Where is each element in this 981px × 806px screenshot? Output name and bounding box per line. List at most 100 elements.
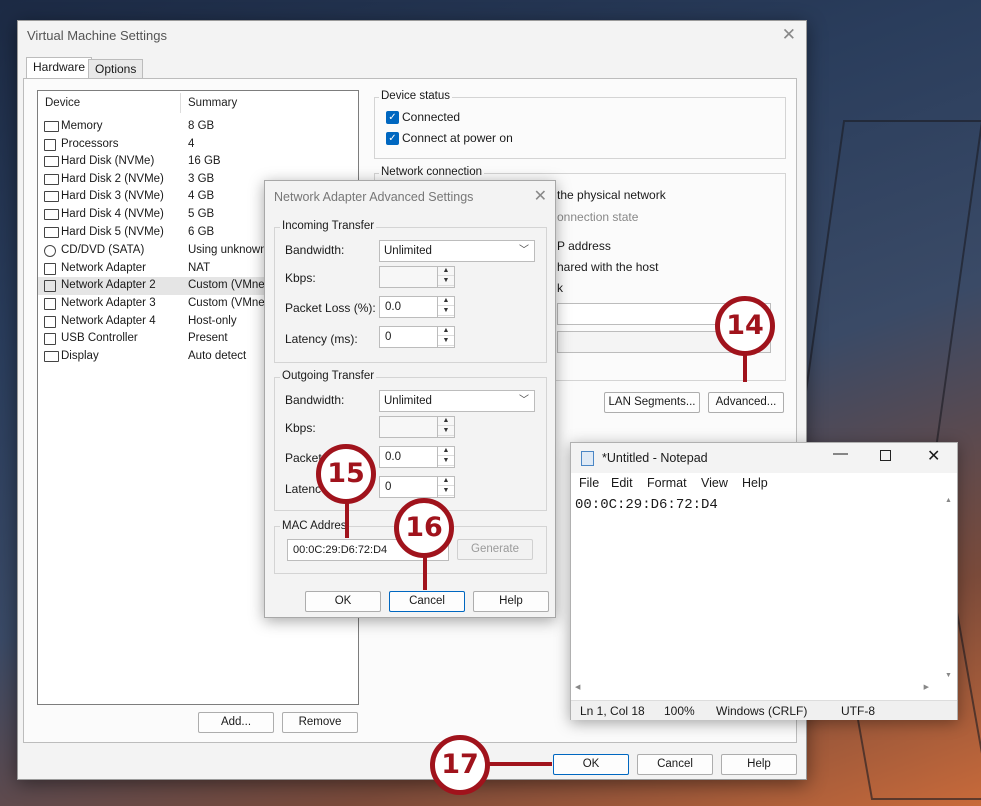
minimize-icon[interactable]: —: [833, 445, 848, 462]
kbps-stepper[interactable]: ▲ ▼: [437, 266, 454, 288]
incoming-bandwidth-select[interactable]: Unlimited ﹀: [379, 240, 535, 262]
device-summary: Auto detect: [188, 350, 247, 362]
remove-device-button[interactable]: Remove: [282, 712, 358, 733]
packet-loss-stepper[interactable]: ▲ ▼: [437, 296, 454, 318]
menu-format[interactable]: Format: [647, 476, 687, 490]
device-name: Memory: [61, 120, 103, 132]
cancel-button[interactable]: Cancel: [637, 754, 713, 775]
incoming-latency-field[interactable]: 0 ▲ ▼: [379, 326, 455, 348]
vertical-scrollbar[interactable]: ▲ ▼: [941, 495, 957, 681]
dialog-help-button[interactable]: Help: [473, 591, 549, 612]
network-icon: [44, 316, 56, 328]
device-name: Hard Disk 2 (NVMe): [61, 173, 164, 185]
device-summary: Host-only: [188, 315, 237, 327]
column-header-summary[interactable]: Summary: [188, 97, 237, 109]
advanced-button[interactable]: Advanced...: [708, 392, 784, 413]
outgoing-packet-loss-field[interactable]: 0.0 ▲ ▼: [379, 446, 455, 468]
connected-checkbox[interactable]: ✓: [386, 111, 399, 124]
device-row[interactable]: Processors 4: [38, 136, 358, 154]
replicate-state-label[interactable]: onnection state: [557, 210, 638, 224]
menu-help[interactable]: Help: [742, 476, 768, 490]
hard-disk-icon: [44, 191, 59, 202]
memory-icon: [44, 121, 59, 132]
device-name: Network Adapter: [61, 262, 147, 274]
callout-17: 17: [430, 735, 490, 795]
hard-disk-icon: [44, 209, 59, 220]
background-tower: [796, 120, 981, 450]
device-name: Hard Disk (NVMe): [61, 155, 155, 167]
tab-options[interactable]: Options: [88, 59, 144, 79]
latency-stepper[interactable]: ▲ ▼: [437, 476, 454, 498]
outgoing-bandwidth-value: Unlimited: [384, 395, 432, 407]
notepad-text-area[interactable]: 00:0C:29:D6:72:D4: [575, 497, 718, 513]
callout-14: 14: [715, 296, 775, 356]
dialog-ok-button[interactable]: OK: [305, 591, 381, 612]
incoming-packet-loss-label: Packet Loss (%):: [285, 301, 376, 315]
display-icon: [44, 351, 59, 362]
latency-stepper[interactable]: ▲ ▼: [437, 326, 454, 348]
incoming-packet-loss-value: 0.0: [385, 301, 401, 313]
incoming-packet-loss-field[interactable]: 0.0 ▲ ▼: [379, 296, 455, 318]
lan-segments-button[interactable]: LAN Segments...: [604, 392, 700, 413]
menu-edit[interactable]: Edit: [611, 476, 633, 490]
help-button[interactable]: Help: [721, 754, 797, 775]
outgoing-latency-field[interactable]: 0 ▲ ▼: [379, 476, 455, 498]
add-device-button[interactable]: Add...: [198, 712, 274, 733]
device-row[interactable]: Hard Disk (NVMe) 16 GB: [38, 153, 358, 171]
hard-disk-icon: [44, 227, 59, 238]
outgoing-bandwidth-select[interactable]: Unlimited ﹀: [379, 390, 535, 412]
menu-file[interactable]: File: [579, 476, 599, 490]
incoming-latency-label: Latency (ms):: [285, 332, 358, 346]
column-header-device[interactable]: Device: [45, 97, 80, 109]
processor-icon: [44, 139, 56, 151]
packet-loss-stepper[interactable]: ▲ ▼: [437, 446, 454, 468]
device-name: Network Adapter 4: [61, 315, 156, 327]
device-name: Processors: [61, 138, 119, 150]
hard-disk-icon: [44, 174, 59, 185]
close-icon[interactable]: ✕: [534, 186, 547, 206]
notepad-status-bar: Ln 1, Col 18 100% Windows (CRLF) UTF-8: [571, 700, 957, 720]
device-summary: 4 GB: [188, 190, 215, 202]
device-summary: 8 GB: [188, 120, 215, 132]
device-row[interactable]: Memory 8 GB: [38, 118, 358, 136]
network-icon: [44, 298, 56, 310]
bridged-option-label[interactable]: the physical network: [557, 188, 666, 202]
dialog-cancel-button[interactable]: Cancel: [389, 591, 465, 612]
chevron-down-icon: ﹀: [519, 395, 529, 406]
incoming-bandwidth-value: Unlimited: [384, 245, 432, 257]
close-icon[interactable]: ✕: [782, 25, 796, 45]
ok-button[interactable]: OK: [553, 754, 629, 775]
outgoing-latency-value: 0: [385, 481, 392, 493]
host-only-option-label[interactable]: hared with the host: [557, 260, 658, 274]
kbps-stepper[interactable]: ▲ ▼: [437, 416, 454, 438]
nat-option-label[interactable]: P address: [557, 239, 611, 253]
callout-16: 16: [394, 498, 454, 558]
device-name: Network Adapter 2: [61, 279, 156, 291]
device-summary: 3 GB: [188, 173, 215, 185]
outgoing-kbps-field[interactable]: ▲ ▼: [379, 416, 455, 438]
close-icon[interactable]: ✕: [927, 446, 940, 466]
window-title: Virtual Machine Settings: [27, 28, 167, 43]
network-icon: [44, 280, 56, 292]
horizontal-scrollbar[interactable]: ◀ ▶: [571, 681, 941, 697]
menu-view[interactable]: View: [701, 476, 728, 490]
device-name: CD/DVD (SATA): [61, 244, 145, 256]
connect-at-power-on-checkbox[interactable]: ✓: [386, 132, 399, 145]
outgoing-latency-label: Latenc: [285, 482, 322, 496]
incoming-kbps-field[interactable]: ▲ ▼: [379, 266, 455, 288]
network-connection-label: Network connection: [379, 166, 484, 178]
device-summary: 4: [188, 138, 195, 150]
line-ending: Windows (CRLF): [716, 704, 808, 718]
maximize-icon[interactable]: [880, 450, 891, 461]
connected-label: Connected: [402, 110, 461, 124]
notepad-title: *Untitled - Notepad: [602, 451, 708, 465]
custom-option-label[interactable]: k: [557, 281, 563, 295]
generate-button[interactable]: Generate: [457, 539, 533, 560]
callout-line: [345, 500, 349, 538]
device-summary: NAT: [188, 262, 211, 274]
device-summary: Present: [188, 332, 228, 344]
callout-15: 15: [316, 444, 376, 504]
callout-line: [486, 762, 552, 766]
outgoing-bandwidth-label: Bandwidth:: [285, 393, 345, 407]
tab-hardware[interactable]: Hardware: [26, 57, 93, 80]
